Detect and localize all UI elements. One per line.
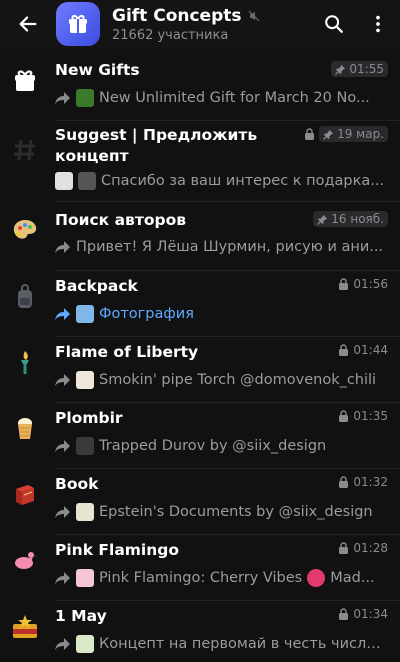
topic-preview: Концепт на первомай в честь числа... [98,636,388,652]
topic-time: 01:34 [353,607,388,621]
topic-time: 19 мар. [337,127,384,141]
pin-icon [317,214,328,225]
photo-thumbnail [76,305,94,323]
topic-preview: Epstein's Documents by @siix_design [99,504,373,520]
lock-icon [339,476,349,488]
backpack-icon [8,280,42,314]
forward-arrow-icon [55,506,70,518]
topic-title: New Gifts [55,61,140,79]
pin-icon [323,129,334,140]
topic-preview: Trapped Durov by @siix_design [99,438,327,454]
topic-row[interactable]: Backpack 01:56 Фотография [0,272,400,337]
gift-thumbnail [76,503,94,521]
forward-arrow-icon [55,638,70,650]
forward-arrow-icon [55,440,70,452]
palette-icon [8,214,42,248]
member-count: 21662 участника [112,27,229,43]
row-divider [55,201,400,202]
topic-row[interactable]: Поиск авторов 16 нояб. Привет! Я Лёша Шу… [0,206,400,271]
search-icon [325,15,343,33]
topic-time: 01:35 [353,409,388,423]
topic-title: 1 May [55,607,107,625]
topic-row[interactable]: Flame of Liberty 01:44 Smokin' pipe Torc… [0,338,400,403]
gift-icon [8,64,42,98]
topic-preview: New Unlimited Gift for March 20 No... [99,90,370,106]
row-divider [55,534,400,535]
gift-logo-icon [69,15,87,33]
book-icon [8,478,42,512]
lock-icon [339,344,349,356]
topic-preview: Pink Flamingo: Cherry Vibes [99,570,303,586]
topic-time: 01:56 [353,277,388,291]
topic-preview: Smokin' pipe Torch @domovenok_chili [99,372,377,388]
forward-arrow-icon [55,241,70,253]
group-avatar[interactable] [56,2,100,46]
sender-avatar [55,172,73,190]
topic-row[interactable]: New Gifts 01:55 New Unlimited Gift for M… [0,56,400,121]
topic-preview: Привет! Я Лёша Шурмин, рисую и ани... [76,239,384,255]
row-divider [55,336,400,337]
lock-icon [339,410,349,422]
topic-row[interactable]: Suggest | Предложить концепт 19 мар. Спа… [0,121,400,202]
lock-icon [339,278,349,290]
topic-title: Suggest | Предложить концепт [55,126,258,165]
topic-row[interactable]: 1 May 01:34 Концепт на первомай в честь … [0,602,400,662]
topic-row[interactable]: Pink Flamingo 01:28 Pink Flamingo: Cherr… [0,536,400,601]
lock-icon [339,542,349,554]
topic-time: 01:32 [353,475,388,489]
topic-title: Plombir [55,409,123,427]
lock-icon [305,128,315,140]
photo-thumbnail [75,635,94,653]
forward-arrow-icon [55,572,70,584]
forward-arrow-icon [55,374,70,386]
topic-title: Flame of Liberty [55,343,199,361]
gift-thumbnail [76,437,94,455]
topic-title: Pink Flamingo [55,541,180,559]
ice-cream-icon [8,412,42,446]
back-arrow-icon [19,16,37,32]
row-divider [55,468,400,469]
topic-time: 16 нояб. [331,212,384,226]
forward-arrow-icon [55,308,70,320]
forward-arrow-icon [55,92,70,104]
topic-title: Поиск авторов [55,211,187,229]
row-divider [55,402,400,403]
torch-icon [8,346,42,380]
flamingo-icon [8,544,42,578]
topic-preview-tail: Mad... [330,570,375,586]
cherry-emoji-icon [307,569,326,587]
gift-thumbnail [76,371,94,389]
pinned-badge: 16 нояб. [313,211,388,227]
topic-row[interactable]: Book 01:32 Epstein's Documents by @siix_… [0,470,400,535]
row-divider [55,600,400,601]
may-day-icon [8,610,42,644]
muted-icon [248,10,259,21]
topic-title: Book [55,475,99,493]
topic-preview: Фотография [99,306,194,322]
hash-icon [8,133,42,167]
topic-row[interactable]: Plombir 01:35 Trapped Durov by @siix_des… [0,404,400,469]
gift-thumbnail [76,89,94,107]
gift-thumbnail [76,569,94,587]
row-divider [55,270,400,271]
pinned-badge: 01:55 [331,61,388,77]
gift-thumbnail [78,172,96,190]
more-menu-button[interactable] [356,0,400,48]
top-bar: Gift Concepts 21662 участника [0,0,400,48]
pin-icon [335,64,346,75]
search-button[interactable] [312,0,356,48]
topic-time: 01:28 [353,541,388,555]
more-vertical-icon [376,15,380,33]
group-title: Gift Concepts [112,5,242,26]
topic-time: 01:44 [353,343,388,357]
topic-preview: Спасибо за ваш интерес к подарка... [101,173,385,189]
topic-title: Backpack [55,277,138,295]
back-button[interactable] [0,0,56,48]
pinned-badge: 19 мар. [319,126,388,142]
header-info[interactable]: Gift Concepts 21662 участника [112,6,312,43]
topic-time: 01:55 [349,62,384,76]
lock-icon [339,608,349,620]
